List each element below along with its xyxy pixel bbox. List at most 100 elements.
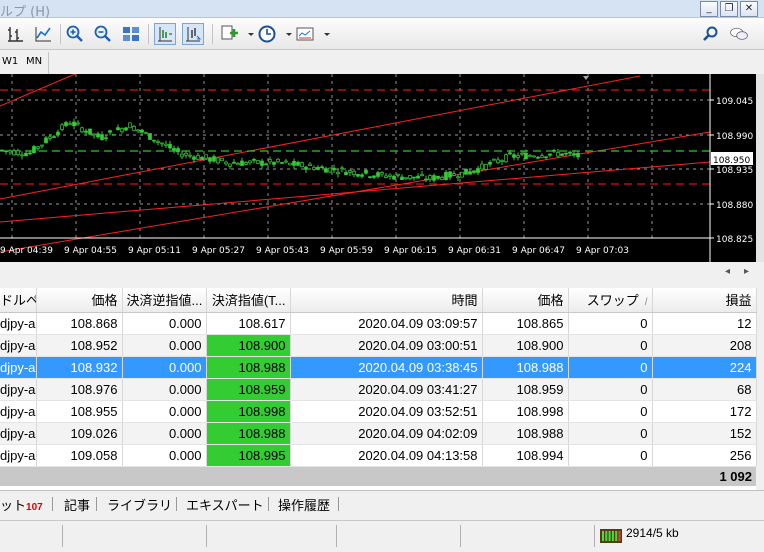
col-time[interactable]: 時間: [290, 288, 483, 313]
tile-windows-icon[interactable]: [120, 23, 142, 45]
candle-body: [132, 126, 136, 131]
tab-market[interactable]: ット107: [0, 495, 43, 514]
indicators-icon[interactable]: [218, 23, 240, 45]
time-label: 9 Apr 05:27: [192, 246, 245, 256]
tab-library[interactable]: ライブラリ: [107, 495, 172, 514]
candle-body: [108, 130, 112, 133]
candle-body: [56, 131, 60, 136]
candle-body: [504, 154, 508, 163]
profit-cell: 12: [652, 312, 757, 335]
scroll-left-icon[interactable]: ◂: [725, 266, 730, 277]
candle-body: [224, 161, 228, 165]
candle-body: [260, 160, 264, 166]
chevron-down-icon[interactable]: [240, 23, 254, 45]
candle-body: [416, 175, 420, 179]
tab-news[interactable]: 記事: [64, 495, 90, 514]
candle-body: [364, 169, 368, 174]
candle-body: [268, 159, 272, 163]
candle-body: [80, 127, 84, 133]
scroll-right-icon[interactable]: ▸: [744, 266, 749, 277]
candle-body: [344, 172, 348, 175]
time-cell: 2020.04.09 03:00:51: [290, 334, 483, 357]
col-profit[interactable]: 損益: [652, 288, 757, 313]
col-swap[interactable]: スワップ /: [568, 288, 653, 313]
candle-body: [264, 163, 268, 166]
sort-icon: /: [644, 297, 648, 309]
tab-journal[interactable]: 操作履歴: [278, 495, 330, 514]
candle-body: [176, 148, 180, 153]
price-chart[interactable]: 109.045 108.990 108.950 108.935 108.880 108.8…: [0, 74, 756, 262]
candle-body: [412, 176, 416, 179]
candle-body: [168, 143, 172, 149]
chart-canvas: 109.045 108.990 108.950108.935 108.880 108.8…: [0, 74, 753, 262]
candle-body: [124, 127, 128, 131]
search-icon[interactable]: [700, 23, 722, 45]
swap-cell: 0: [568, 422, 653, 445]
zoom-in-icon[interactable]: [64, 23, 86, 45]
swap-cell: 0: [568, 400, 653, 423]
auto-scroll-icon[interactable]: [182, 23, 204, 45]
line-chart-icon[interactable]: [32, 23, 54, 45]
profit-cell: 152: [652, 422, 757, 445]
symbol-cell: djpy-a: [0, 312, 37, 335]
candle-body: [36, 146, 40, 149]
candle-body: [248, 160, 252, 164]
candle-body: [368, 176, 372, 179]
candle-body: [512, 154, 516, 158]
col-price[interactable]: 価格: [482, 288, 569, 313]
candle-body: [60, 124, 64, 130]
zoom-out-icon[interactable]: [92, 23, 114, 45]
tab-experts[interactable]: エキスパート: [186, 495, 264, 514]
candle-body: [328, 167, 332, 173]
candle-body: [204, 154, 208, 159]
take-profit-cell: 108.617: [206, 312, 291, 335]
candle-body: [500, 160, 504, 162]
candle-body: [276, 158, 280, 163]
restore-button[interactable]: ❐: [720, 1, 738, 17]
minimize-button[interactable]: _: [700, 1, 718, 17]
candle-body: [560, 153, 564, 156]
time-label: 9 Apr 05:43: [256, 246, 309, 256]
chevron-down-icon[interactable]: [316, 23, 330, 45]
candle-body: [308, 163, 312, 166]
table-row[interactable]: djpy-a 108.952 0.000 108.900 2020.04.09 03:0…: [0, 334, 757, 357]
candle-body: [340, 167, 344, 170]
candle-body: [0, 149, 4, 152]
col-open-price[interactable]: 価格: [36, 288, 123, 313]
timeframe-mn[interactable]: MN: [24, 54, 44, 70]
chat-icon[interactable]: [728, 23, 756, 45]
candle-body: [64, 122, 68, 126]
candle-body: [16, 150, 20, 155]
col-symbol[interactable]: ドルペア: [0, 288, 37, 313]
table-row[interactable]: djpy-a 108.868 0.000 108.617 2020.04.09 03:0…: [0, 312, 757, 335]
candle-body: [492, 158, 496, 161]
col-take-profit[interactable]: 決済指値(T...: [206, 288, 291, 313]
periods-clock-icon[interactable]: [256, 23, 278, 45]
current-price-label: 108.950: [713, 156, 750, 166]
templates-icon[interactable]: [294, 23, 316, 45]
table-row[interactable]: djpy-a 109.058 0.000 108.995 2020.04.09 04:1…: [0, 444, 757, 467]
chart-shift-icon[interactable]: [154, 23, 176, 45]
candle-body: [128, 122, 132, 129]
candle-body: [432, 175, 436, 181]
candle-body: [208, 157, 212, 162]
candle-body: [452, 173, 456, 176]
take-profit-cell: 108.995: [206, 444, 291, 467]
close-button[interactable]: ✕: [740, 1, 758, 17]
timeframe-w1[interactable]: W1: [0, 54, 20, 70]
table-row[interactable]: djpy-a 109.026 0.000 108.988 2020.04.09 04:0…: [0, 422, 757, 445]
bar-chart-icon[interactable]: [4, 23, 26, 45]
open-price-cell: 109.058: [36, 444, 123, 467]
take-profit-cell: 108.959: [206, 378, 291, 401]
col-stop-loss[interactable]: 決済逆指値...: [122, 288, 207, 313]
table-row[interactable]: djpy-a 108.976 0.000 108.959 2020.04.09 03:4…: [0, 378, 757, 401]
table-row[interactable]: djpy-a 108.955 0.000 108.998 2020.04.09 03:5…: [0, 400, 757, 423]
candle-body: [188, 154, 192, 157]
candle-body: [460, 171, 464, 178]
chevron-down-icon[interactable]: [278, 23, 292, 45]
symbol-cell: djpy-a: [0, 422, 37, 445]
price-label: 108.935: [716, 166, 753, 176]
candle-body: [116, 127, 120, 131]
vertical-scrollbar[interactable]: [756, 74, 764, 262]
table-row[interactable]: djpy-a 108.932 0.000 108.988 2020.04.09 03:3…: [0, 356, 757, 379]
